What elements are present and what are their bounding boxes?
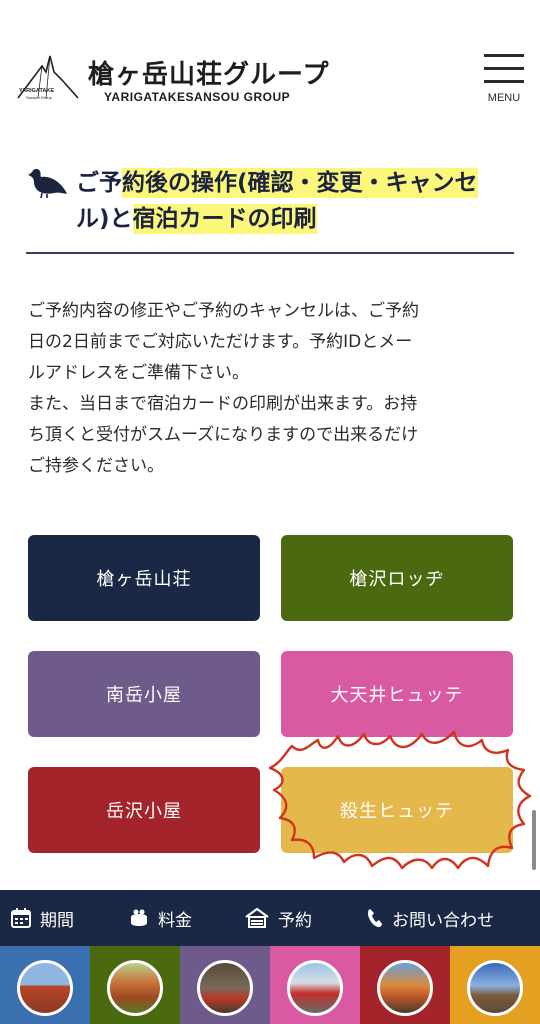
scrollbar-thumb[interactable] (532, 810, 536, 870)
lodge-thumbnail (107, 960, 163, 1016)
title-line-1: ご予約後の操作(確認・変更・キャンセ (76, 168, 478, 198)
logo-english-text: YARIGATAKESANSOU GROUP (104, 90, 291, 104)
description-line: 日の2日前までご対応いただけます。予約IDとメー (28, 332, 413, 352)
nav-contact[interactable]: お問い合わせ (366, 890, 494, 946)
logo-small-bottom-text: Sansou Group (26, 95, 53, 100)
house-icon (245, 907, 269, 928)
nav-period-label: 期間 (40, 910, 74, 931)
site-header: YARIGATAKE Sansou Group 槍ヶ岳山荘グループ YARIGA… (0, 0, 540, 130)
photo-tab-otenshodake-hutte[interactable] (270, 946, 360, 1024)
description-line: ご持参ください。 (28, 456, 164, 476)
lodge-photo-strip (0, 946, 540, 1024)
lodge-thumbnail (197, 960, 253, 1016)
lodge-thumbnail (467, 960, 523, 1016)
title-line-2: ル)と宿泊カードの印刷 (76, 204, 317, 234)
description-line: ご予約内容の修正やご予約のキャンセルは、ご予約 (28, 301, 419, 321)
title-line-2-plain: ル)と (76, 206, 133, 232)
description-line: また、当日まで宿泊カードの印刷が出来ます。お持 (28, 394, 418, 414)
lodge-thumbnail (17, 960, 73, 1016)
lodge-button-minamidake-goya[interactable]: 南岳小屋 (28, 651, 260, 737)
description-line: ルアドレスをご準備下さい。 (28, 363, 249, 383)
lodge-thumbnail (377, 960, 433, 1016)
phone-icon (367, 909, 382, 927)
lodge-button-dakesawa-goya[interactable]: 岳沢小屋 (28, 767, 260, 853)
lodge-button-yarigatake-sansou[interactable]: 槍ヶ岳山荘 (28, 535, 260, 621)
title-highlight-2: 宿泊カードの印刷 (132, 204, 317, 234)
photo-tab-yarisawa-lodge[interactable] (90, 946, 180, 1024)
photo-tab-dakesawa-goya[interactable] (360, 946, 450, 1024)
nav-price-label: 料金 (158, 910, 192, 931)
site-logo[interactable]: YARIGATAKE Sansou Group 槍ヶ岳山荘グループ YARIGA… (16, 50, 328, 110)
photo-tab-minamidake-goya[interactable] (180, 946, 270, 1024)
nav-period[interactable]: 期間 (10, 890, 74, 946)
title-highlight-1: 約後の操作(確認・変更・キャンセ (122, 168, 478, 198)
nav-price[interactable]: 料金 (128, 890, 192, 946)
lodge-thumbnail (287, 960, 343, 1016)
coin-purse-icon (131, 909, 147, 926)
calendar-icon (11, 908, 31, 928)
description-line: ち頂くと受付がスムーズになりますので出来るだけ (28, 425, 419, 445)
description-text: ご予約内容の修正やご予約のキャンセルは、ご予約 日の2日前までご対応いただけます… (28, 296, 518, 482)
photo-tab-yarigatake-sansou[interactable] (0, 946, 90, 1024)
lodge-button-otenshodake-hutte[interactable]: 大天井ヒュッテ (281, 651, 513, 737)
hamburger-icon (484, 54, 524, 57)
nav-reserve[interactable]: 予約 (244, 890, 312, 946)
logo-japanese-text: 槍ヶ岳山荘グループ (88, 60, 330, 90)
bottom-navigation-bar: 期間 料金 予約 お問い合わせ (0, 890, 540, 946)
menu-button[interactable]: MENU (480, 52, 530, 108)
lodge-button-yarisawa-lodge[interactable]: 槍沢ロッヂ (281, 535, 513, 621)
menu-label: MENU (487, 92, 521, 104)
nav-reserve-label: 予約 (278, 910, 312, 931)
ptarmigan-bird-icon (28, 168, 67, 199)
photo-tab-sessho-hutte[interactable] (450, 946, 540, 1024)
nav-contact-label: お問い合わせ (392, 910, 494, 931)
title-divider (26, 252, 514, 254)
logo-small-top-text: YARIGATAKE (19, 88, 54, 94)
lodge-button-sessho-hutte[interactable]: 殺生ヒュッテ (281, 767, 513, 853)
mountain-logo-icon: YARIGATAKE Sansou Group (17, 55, 79, 100)
